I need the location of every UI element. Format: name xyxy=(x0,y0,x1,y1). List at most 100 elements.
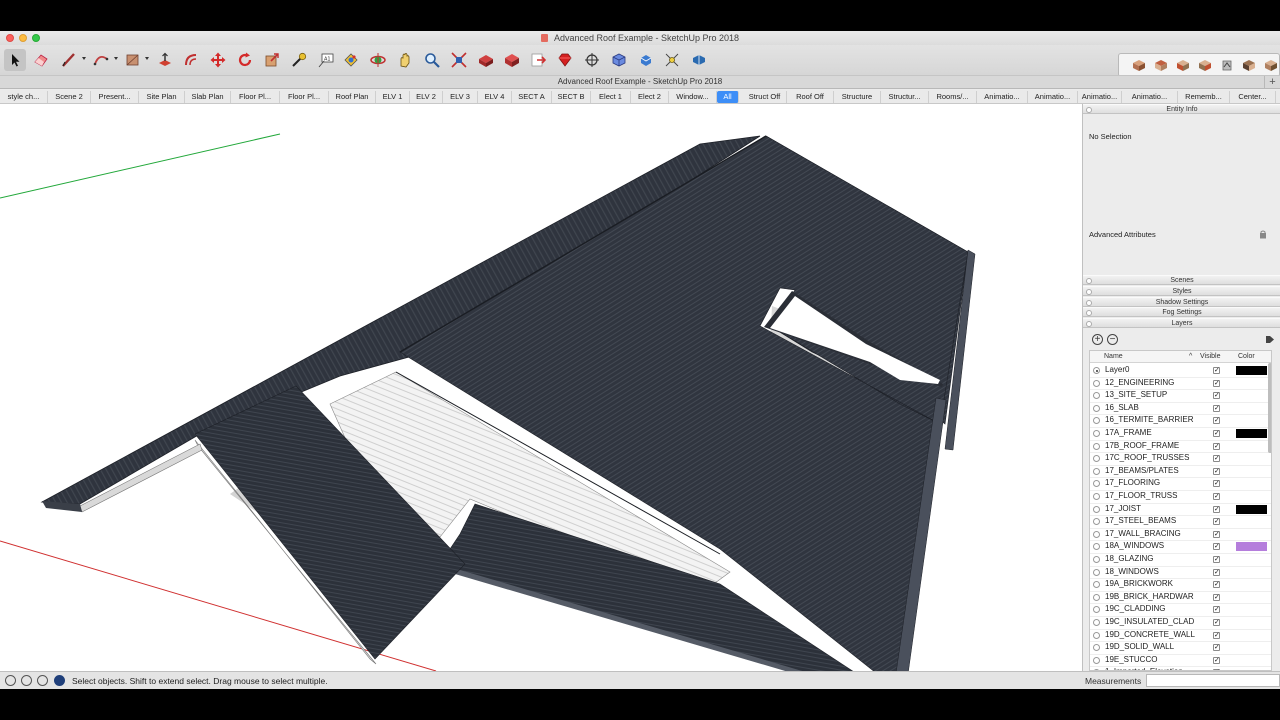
layer-color-swatch[interactable] xyxy=(1236,643,1267,653)
roof-model-drawing[interactable] xyxy=(0,104,1082,671)
delete-layer-button[interactable]: − xyxy=(1107,334,1118,345)
layer-color-swatch[interactable] xyxy=(1236,630,1267,640)
scene-tab[interactable]: ELV 3 xyxy=(443,91,478,103)
layer-visible-checkbox[interactable]: ✓ xyxy=(1213,530,1220,538)
scene-tab[interactable]: Roof Off xyxy=(787,91,834,103)
layer-color-swatch[interactable] xyxy=(1236,529,1267,539)
layer-row[interactable]: 19C_INSULATED_CLAD ✓ xyxy=(1090,616,1271,629)
push-pull-tool-button[interactable] xyxy=(154,49,176,71)
color-column-header[interactable]: Color xyxy=(1238,351,1255,363)
tray-panel-header[interactable]: Scenes xyxy=(1083,275,1280,285)
layer-name[interactable]: 17_BEAMS/PLATES xyxy=(1105,465,1200,478)
active-layer-radio[interactable] xyxy=(1093,518,1100,526)
layer-name[interactable]: Layer0 xyxy=(1105,364,1200,377)
layer-row[interactable]: 17C_ROOF_TRUSSES ✓ xyxy=(1090,452,1271,465)
scene-tab[interactable]: ELV 1 xyxy=(376,91,410,103)
active-layer-radio[interactable] xyxy=(1093,656,1100,664)
tray-panel-header[interactable]: Shadow Settings xyxy=(1083,297,1280,307)
layer-visible-checkbox[interactable]: ✓ xyxy=(1213,556,1220,563)
scene-tab[interactable]: Elect 2 xyxy=(631,91,669,103)
line-tool-dropdown[interactable] xyxy=(82,57,86,60)
active-layer-radio[interactable] xyxy=(1093,505,1100,513)
offset-tool-button[interactable] xyxy=(180,49,202,71)
layer-visible-checkbox[interactable]: ✓ xyxy=(1213,593,1220,601)
layer-name[interactable]: 17_FLOORING xyxy=(1105,477,1200,490)
user-status-icon[interactable] xyxy=(37,675,48,686)
shape-tool-dropdown[interactable] xyxy=(145,57,149,60)
layer-visible-checkbox[interactable]: ✓ xyxy=(1213,568,1220,576)
layer-name[interactable]: 19B_BRICK_HARDWAR xyxy=(1105,591,1200,604)
scene-tab[interactable]: Animatio... xyxy=(1028,91,1078,103)
layer-color-swatch[interactable] xyxy=(1236,391,1267,401)
layer-color-swatch[interactable] xyxy=(1236,605,1267,615)
layer-name[interactable]: 18_WINDOWS xyxy=(1105,566,1200,579)
new-tab-button[interactable]: + xyxy=(1264,76,1280,89)
layer-row[interactable]: Layer0 ✓ xyxy=(1090,364,1271,377)
move-tool-button[interactable] xyxy=(207,49,229,71)
layer-color-swatch[interactable] xyxy=(1236,592,1267,602)
active-layer-radio[interactable] xyxy=(1093,455,1100,463)
shape-tool-button[interactable] xyxy=(122,49,144,71)
scene-tab[interactable]: ELV 2 xyxy=(410,91,443,103)
front-view-icon[interactable] xyxy=(1175,57,1191,73)
paint-bucket-tool-button[interactable] xyxy=(340,49,362,71)
visible-column-header[interactable]: Visible xyxy=(1200,351,1221,363)
layer-visible-checkbox[interactable]: ✓ xyxy=(1213,455,1220,463)
scene-tab[interactable]: Center... xyxy=(1230,91,1276,103)
scene-tab[interactable]: SECT A xyxy=(512,91,552,103)
layer-color-swatch[interactable] xyxy=(1236,403,1267,413)
layer-name[interactable]: 17A_FRAME xyxy=(1105,427,1200,440)
layer-name[interactable]: 17B_ROOF_FRAME xyxy=(1105,440,1200,453)
scene-tab[interactable]: Rememb... xyxy=(1178,91,1230,103)
tape-measure-tool-button[interactable] xyxy=(288,49,310,71)
scene-tab[interactable]: Structur... xyxy=(881,91,929,103)
layer-visible-checkbox[interactable]: ✓ xyxy=(1213,631,1220,639)
instructor-status-icon[interactable] xyxy=(54,675,65,686)
layer-name[interactable]: 16_SLAB xyxy=(1105,402,1200,415)
section-plane-tool-button[interactable] xyxy=(581,49,603,71)
scene-tab[interactable]: Structure xyxy=(834,91,881,103)
arc-tool-dropdown[interactable] xyxy=(114,57,118,60)
scene-tab[interactable]: All xyxy=(717,91,739,103)
active-layer-radio[interactable] xyxy=(1093,367,1100,374)
send-to-layout-tool-button[interactable] xyxy=(528,49,550,71)
tray-panel-header[interactable]: Fog Settings xyxy=(1083,307,1280,317)
layer-name[interactable]: 16_TERMITE_BARRIER xyxy=(1105,414,1200,427)
layer-visible-checkbox[interactable]: ✓ xyxy=(1213,417,1220,425)
layer-visible-checkbox[interactable]: ✓ xyxy=(1213,606,1220,614)
select-tool-button[interactable] xyxy=(4,49,26,71)
layer-visible-checkbox[interactable]: ✓ xyxy=(1213,430,1220,437)
layer-color-swatch[interactable] xyxy=(1236,542,1267,552)
layer-name[interactable]: 17_STEEL_BEAMS xyxy=(1105,515,1200,528)
active-layer-radio[interactable] xyxy=(1093,442,1100,450)
scene-tab[interactable]: Scene 2 xyxy=(48,91,91,103)
document-tab-title[interactable]: Advanced Roof Example - SketchUp Pro 201… xyxy=(0,77,1280,86)
layer-visible-checkbox[interactable]: ✓ xyxy=(1213,480,1220,488)
layer-name[interactable]: 19D_SOLID_WALL xyxy=(1105,641,1200,654)
layer-row[interactable]: 19E_STUCCO ✓ xyxy=(1090,654,1271,667)
active-layer-radio[interactable] xyxy=(1093,644,1100,652)
layer-visible-checkbox[interactable]: ✓ xyxy=(1213,367,1220,374)
left-view-icon[interactable] xyxy=(1241,57,1257,73)
active-layer-radio[interactable] xyxy=(1093,417,1100,425)
layer-visible-checkbox[interactable]: ✓ xyxy=(1213,379,1220,387)
scene-tab[interactable]: Slab Plan xyxy=(185,91,231,103)
layer-name[interactable]: 19C_CLADDING xyxy=(1105,603,1200,616)
scene-tab[interactable]: Animatio... xyxy=(977,91,1028,103)
line-tool-button[interactable] xyxy=(58,49,80,71)
entity-info-header[interactable]: Entity Info xyxy=(1083,104,1280,114)
active-layer-radio[interactable] xyxy=(1093,493,1100,500)
scene-tab[interactable]: Animatio... xyxy=(1078,91,1122,103)
scene-tab[interactable]: Floor Pl... xyxy=(280,91,329,103)
active-layer-radio[interactable] xyxy=(1093,543,1100,551)
layer-row[interactable]: 19D_CONCRETE_WALL ✓ xyxy=(1090,629,1271,642)
layer-row[interactable]: 13_SITE_SETUP ✓ xyxy=(1090,389,1271,402)
scene-tab[interactable]: Elect 1 xyxy=(591,91,631,103)
geo-location-tool-button[interactable] xyxy=(661,49,683,71)
layer-row[interactable]: 18_GLAZING ✓ xyxy=(1090,553,1271,566)
scene-tab[interactable]: Animatio... xyxy=(1122,91,1178,103)
scene-tab[interactable]: Floor Pl... xyxy=(231,91,280,103)
warehouse-tool-button[interactable] xyxy=(475,49,497,71)
layer-color-swatch[interactable] xyxy=(1236,416,1267,426)
active-layer-radio[interactable] xyxy=(1093,606,1100,614)
